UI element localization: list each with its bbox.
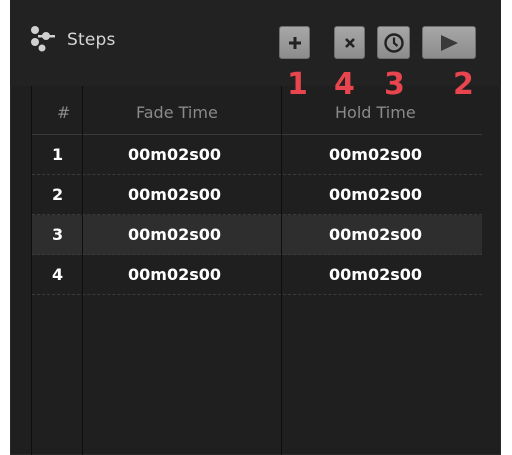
hold-time-cell: 00m02s00 [329,225,422,244]
fade-time-cell: 00m02s00 [128,185,221,204]
steps-header: Steps 1 4 3 2 [10,0,501,100]
column-header-number: # [57,103,71,122]
column-divider [281,86,282,455]
column-divider [82,86,83,455]
fade-time-cell: 00m02s00 [128,145,221,164]
remove-step-button[interactable] [334,26,365,59]
step-number: 2 [52,185,64,204]
timing-button[interactable] [377,26,410,59]
table-row[interactable]: 1 00m02s00 00m02s00 [32,135,482,175]
table-row[interactable]: 4 00m02s00 00m02s00 [32,255,482,295]
table-row-selected[interactable]: 3 00m02s00 00m02s00 [32,215,482,255]
step-number: 3 [52,225,64,244]
hold-time-cell: 00m02s00 [329,185,422,204]
fade-time-cell: 00m02s00 [128,265,221,284]
column-header-fade-time: Fade Time [136,103,218,122]
steps-table: # Fade Time Hold Time 1 00m02s00 00m02s0… [31,86,482,455]
play-icon [441,34,458,51]
clock-icon [383,32,404,53]
play-button[interactable] [422,26,476,59]
hold-time-cell: 00m02s00 [329,145,422,164]
table-row[interactable]: 2 00m02s00 00m02s00 [32,175,482,215]
plus-icon [288,36,301,49]
column-header-hold-time: Hold Time [335,103,416,122]
steps-icon [31,26,55,52]
panel-title: Steps [67,30,116,50]
step-number: 4 [52,265,64,284]
step-number: 1 [52,145,64,164]
hold-time-cell: 00m02s00 [329,265,422,284]
fade-time-cell: 00m02s00 [128,225,221,244]
steps-panel: Steps 1 4 3 2 # Fade Time Hold Time 1 00… [10,0,501,455]
add-step-button[interactable] [279,26,310,59]
cross-icon [344,37,355,48]
table-header: # Fade Time Hold Time [32,86,482,135]
